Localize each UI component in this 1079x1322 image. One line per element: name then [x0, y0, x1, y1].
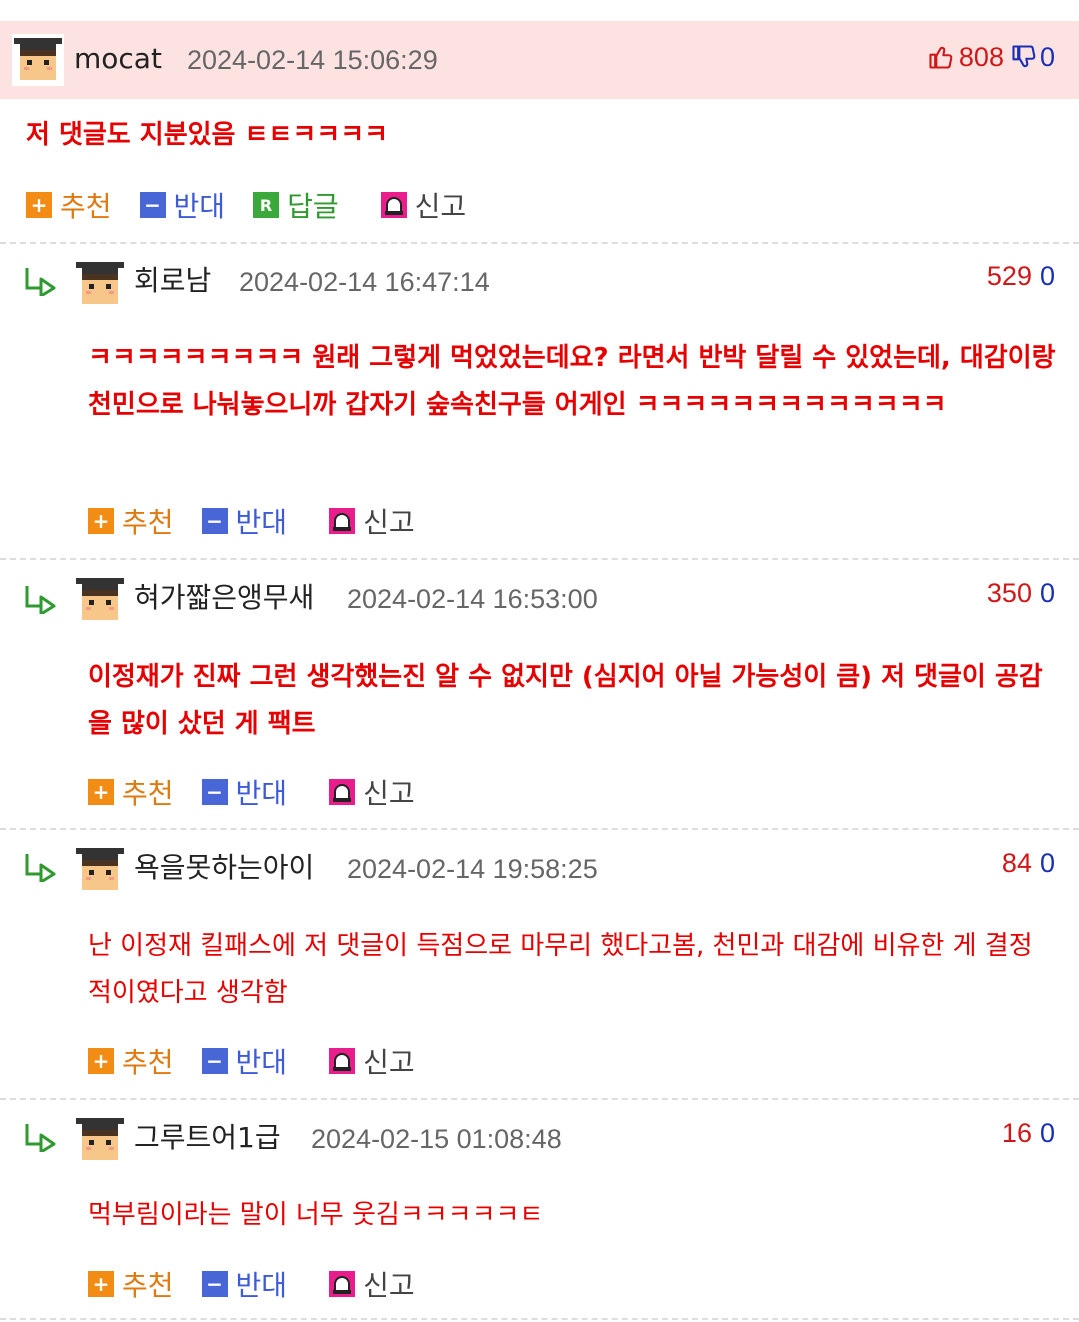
oppose-button[interactable]: − 반대	[139, 185, 225, 225]
vote-counts: 529 0	[987, 259, 1055, 293]
comment-actions: + 추천 − 반대 신고	[88, 501, 443, 541]
vote-counts: 350 0	[987, 576, 1055, 610]
comment-text: 저 댓글도 지분있음 ㅌㅌㅋㅋㅋㅋ	[26, 120, 389, 150]
report-button[interactable]: 신고	[380, 185, 466, 225]
siren-icon	[329, 1271, 356, 1297]
upvote-count: 16	[1001, 1118, 1032, 1148]
comment-actions: + 추천 − 반대 R 답글 신고	[26, 185, 494, 225]
avatar[interactable]	[12, 34, 64, 86]
oppose-button[interactable]: − 반대	[201, 772, 287, 812]
oppose-button[interactable]: − 반대	[201, 1264, 287, 1304]
minus-icon: −	[201, 1271, 228, 1297]
divider	[0, 1318, 1079, 1320]
divider	[0, 242, 1079, 244]
report-button[interactable]: 신고	[329, 1264, 415, 1304]
reply-arrow-icon	[25, 268, 56, 296]
comment-actions: + 추천 − 반대 신고	[88, 772, 443, 812]
downvote-count: 0	[1039, 578, 1055, 608]
thumbs-down-icon	[1012, 45, 1036, 68]
siren-icon	[329, 1048, 356, 1074]
plus-icon: +	[88, 1048, 114, 1074]
comment-text: 이정재가 진짜 그런 생각했는진 알 수 없지만 (심지어 아닐 가능성이 큼)…	[88, 662, 1043, 739]
recommend-button[interactable]: + 추천	[26, 185, 112, 225]
recommend-button[interactable]: + 추천	[88, 772, 174, 812]
comment-author[interactable]: 욕을못하는아이	[134, 851, 314, 885]
comment-date: 2024-02-14 19:58:25	[347, 854, 598, 884]
oppose-button[interactable]: − 반대	[201, 501, 287, 541]
upvote-count: 808	[958, 42, 1004, 72]
comment-date: 2024-02-14 16:47:14	[239, 267, 490, 297]
upvote-count: 529	[986, 261, 1032, 291]
comment-text: 난 이정재 킬패스에 저 댓글이 득점으로 마무리 했다고봄, 천민과 대감에 …	[88, 931, 1033, 1008]
comment-author[interactable]: 그루트어1급	[134, 1121, 281, 1155]
reply-arrow-icon	[25, 586, 56, 614]
comment-date: 2024-02-14 15:06:29	[187, 45, 438, 75]
minus-icon: −	[201, 508, 228, 534]
divider	[0, 558, 1079, 560]
comment-text: ㅋㅋㅋㅋㅋㅋㅋㅋㅋ 원래 그렇게 먹었었는데요? 라면서 반박 달릴 수 있었는…	[88, 343, 1056, 420]
vote-counts: 84 0	[1002, 846, 1055, 880]
report-button[interactable]: 신고	[329, 772, 415, 812]
oppose-button[interactable]: − 반대	[201, 1041, 287, 1081]
reply-icon: R	[253, 192, 280, 218]
reply-button[interactable]: R 답글	[253, 185, 339, 225]
vote-counts: 16 0	[1002, 1116, 1055, 1150]
siren-icon	[380, 192, 407, 218]
avatar[interactable]	[74, 258, 126, 310]
reply-arrow-icon	[25, 1124, 56, 1152]
comment-text: 먹부림이라는 말이 너무 웃김ㅋㅋㅋㅋㅋㅌ	[88, 1200, 544, 1230]
thumbs-up-icon	[929, 46, 953, 69]
downvote-count: 0	[1039, 261, 1055, 291]
downvote-count: 0	[1039, 848, 1055, 878]
plus-icon: +	[88, 508, 114, 534]
report-button[interactable]: 신고	[329, 501, 415, 541]
comment-author[interactable]: 혀가짧은앵무새	[134, 581, 314, 615]
comment-date: 2024-02-14 16:53:00	[347, 584, 598, 614]
avatar[interactable]	[74, 1114, 126, 1166]
downvote-count: 0	[1039, 42, 1055, 72]
comment-author[interactable]: 회로남	[134, 264, 211, 298]
recommend-button[interactable]: + 추천	[88, 501, 174, 541]
comment-date: 2024-02-15 01:08:48	[311, 1124, 562, 1154]
reply-arrow-icon	[25, 854, 56, 882]
comment-author[interactable]: mocat	[74, 42, 162, 76]
downvote-count: 0	[1039, 1118, 1055, 1148]
report-button[interactable]: 신고	[329, 1041, 415, 1081]
vote-counts: 808 0	[927, 40, 1055, 74]
avatar[interactable]	[74, 844, 126, 896]
minus-icon: −	[201, 779, 228, 805]
plus-icon: +	[88, 779, 114, 805]
comment-header: mocat 2024-02-14 15:06:29 808 0	[0, 21, 1079, 99]
divider	[0, 1098, 1079, 1100]
plus-icon: +	[26, 192, 52, 218]
comment-actions: + 추천 − 반대 신고	[88, 1264, 443, 1304]
recommend-button[interactable]: + 추천	[88, 1264, 174, 1304]
comment-actions: + 추천 − 반대 신고	[88, 1041, 443, 1081]
siren-icon	[329, 508, 356, 534]
plus-icon: +	[88, 1271, 114, 1297]
minus-icon: −	[139, 192, 166, 218]
minus-icon: −	[201, 1048, 228, 1074]
upvote-count: 84	[1001, 848, 1032, 878]
upvote-count: 350	[986, 578, 1032, 608]
recommend-button[interactable]: + 추천	[88, 1041, 174, 1081]
divider	[0, 828, 1079, 830]
siren-icon	[329, 779, 356, 805]
avatar[interactable]	[74, 574, 126, 626]
